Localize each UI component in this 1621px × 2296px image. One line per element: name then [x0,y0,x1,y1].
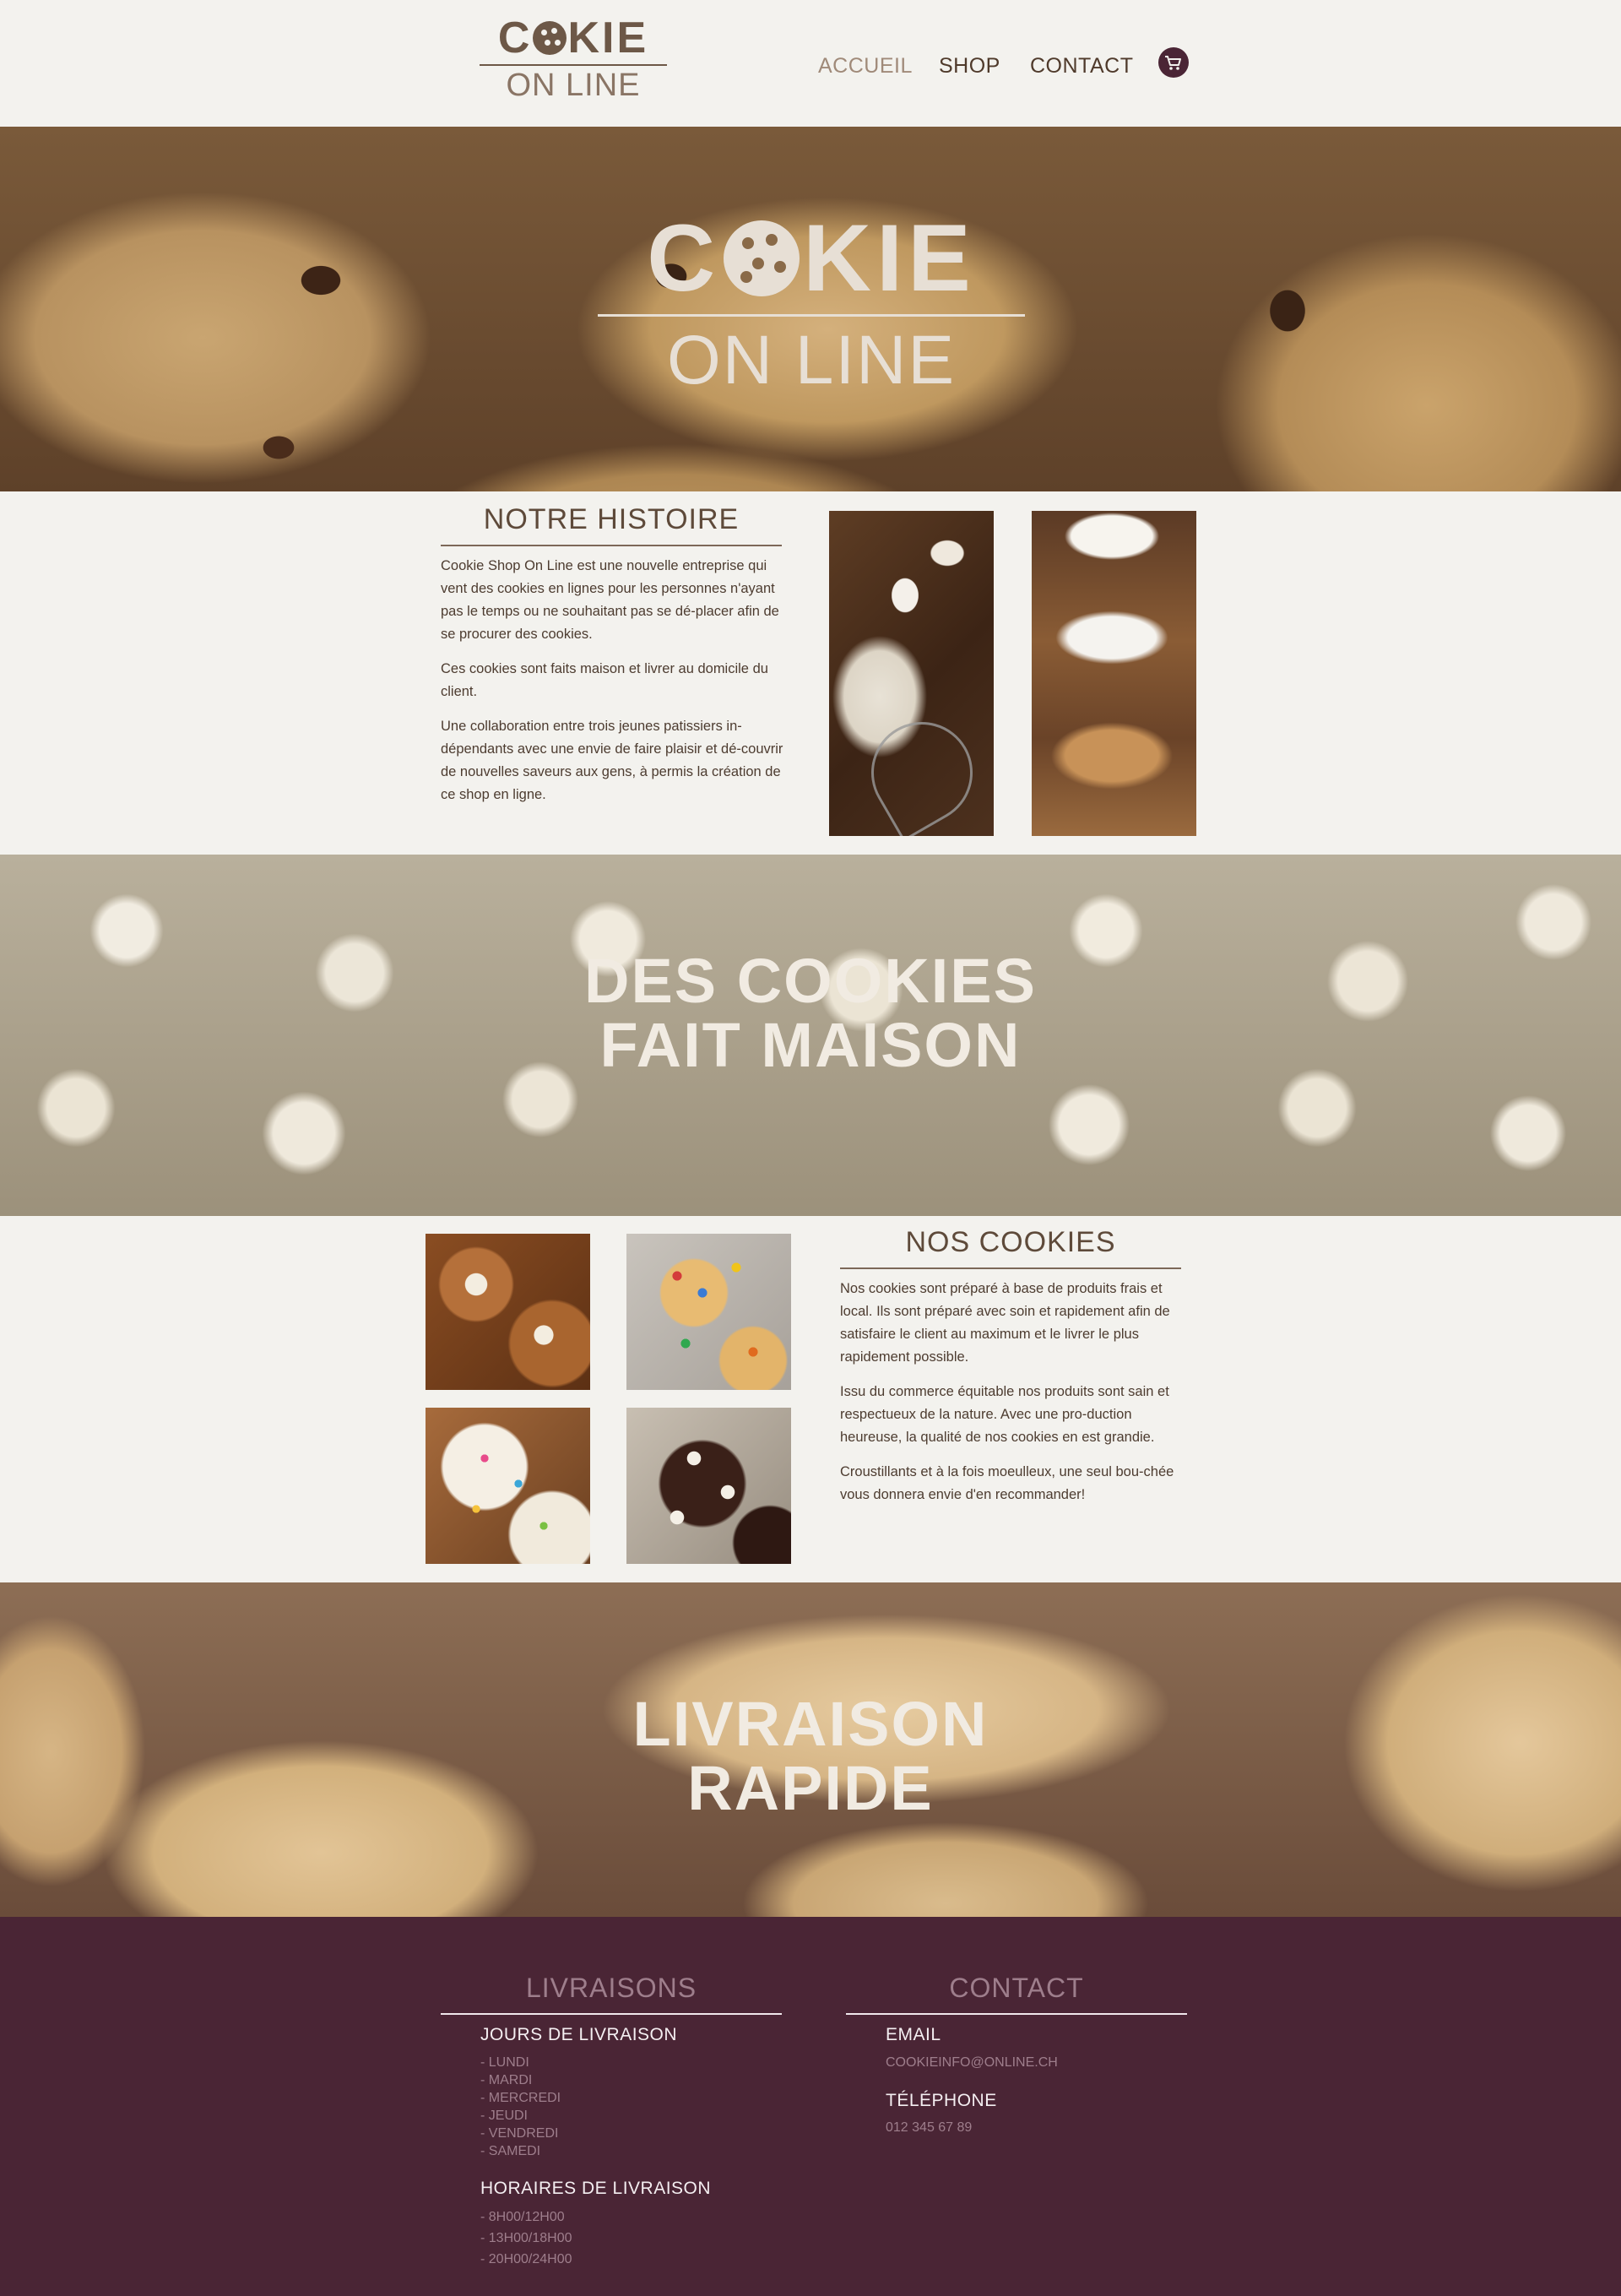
histoire-paragraph: Ces cookies sont faits maison et livrer … [441,661,768,699]
hero-cookie-o-icon [724,220,800,296]
hero-banner: C KIE ON LINE [0,127,1621,491]
phone-label: TÉLÉPHONE [886,2091,997,2110]
footer-contact-title: CONTACT [949,1973,1084,2003]
hero-logo: C KIE ON LINE [598,211,1025,401]
jour-item: - VENDREDI [480,2126,559,2141]
histoire-rule [441,545,782,546]
delivery-banner: LIVRAISON RAPIDE [0,1582,1621,1917]
jour-item: - MARDI [480,2073,533,2087]
site-footer: LIVRAISONS JOURS DE LIVRAISON - LUNDI - … [0,1917,1621,2296]
baking-ingredients-photo [829,511,994,836]
email-label: EMAIL [886,2025,941,2044]
phone-link[interactable]: 012 345 67 89 [886,2120,972,2136]
footer-livraisons-title: LIVRAISONS [525,1973,697,2003]
homemade-banner: DES COOKIES FAIT MAISON [0,855,1621,1216]
horaire-item: - 20H00/24H00 [480,2252,572,2266]
site-header: C KIE ON LINE ACCUEIL SHOP CONTACT [0,0,1621,127]
histoire-text: Cookie Shop On Line est une nouvelle ent… [441,555,785,818]
cookie-photo-double-chocolate[interactable] [626,1408,791,1564]
delivery-line-1: LIVRAISON [632,1689,989,1759]
jours-title: JOURS DE LIVRAISON [480,2025,678,2044]
flour-sugar-bowls-photo [1032,511,1196,836]
homemade-line-1: DES COOKIES [584,946,1037,1016]
cookie-photo-candy[interactable] [626,1234,791,1390]
cart-button[interactable] [1158,47,1189,78]
nos-cookies-rule [840,1267,1181,1269]
hero-logo-subtitle: ON LINE [666,322,957,399]
horaire-item: - 13H00/18H00 [480,2231,572,2245]
jour-item: - MERCREDI [480,2091,561,2105]
horaires-title: HORAIRES DE LIVRAISON [480,2179,712,2198]
jour-item: - JEUDI [480,2109,528,2123]
jour-item: - SAMEDI [480,2144,541,2158]
footer-livraisons-rule [441,2013,782,2015]
cart-icon [1165,56,1181,70]
homemade-banner-title: DES COOKIES FAIT MAISON [0,949,1621,1077]
hero-logo-rule [598,314,1025,317]
jours-list: - LUNDI - MARDI - MERCREDI - JEUDI - VEN… [480,2054,561,2160]
delivery-line-2: RAPIDE [687,1753,934,1823]
horaires-list: - 8H00/12H00 - 13H00/18H00 - 20H00/24H00 [480,2206,572,2270]
delivery-banner-title: LIVRAISON RAPIDE [0,1692,1621,1821]
nav-shop[interactable]: SHOP [939,54,1000,79]
logo-wordmark: C KIE [497,14,649,62]
site-logo[interactable]: C KIE ON LINE [480,15,667,103]
cookie-photo-sprinkles[interactable] [426,1408,590,1564]
footer-contact-rule [846,2013,1187,2015]
whisk-icon [853,703,991,836]
logo-subtitle: ON LINE [506,68,641,103]
histoire-title: NOTRE HISTOIRE [483,503,740,535]
cookie-o-icon [533,21,567,55]
nos-cookies-paragraph: Croustillants et à la fois moeulleux, un… [840,1464,1174,1502]
cookie-photo-white-chocolate[interactable] [426,1234,590,1390]
nos-cookies-text: Nos cookies sont préparé à base de produ… [840,1278,1186,1518]
homemade-line-2: FAIT MAISON [599,1010,1022,1080]
histoire-paragraph: Une collaboration entre trois jeunes pat… [441,719,783,802]
nav-accueil[interactable]: ACCUEIL [818,54,913,79]
hero-logo-wordmark: C KIE [647,205,976,311]
logo-rule [480,64,667,66]
nos-cookies-paragraph: Issu du commerce équitable nos produits … [840,1384,1169,1445]
horaire-item: - 8H00/12H00 [480,2210,565,2224]
nav-contact[interactable]: CONTACT [1030,54,1133,79]
nos-cookies-paragraph: Nos cookies sont préparé à base de produ… [840,1281,1170,1365]
jour-item: - LUNDI [480,2055,529,2070]
histoire-paragraph: Cookie Shop On Line est une nouvelle ent… [441,558,779,642]
nos-cookies-title: NOS COOKIES [905,1226,1116,1258]
email-link[interactable]: COOKIEINFO@ONLINE.CH [886,2055,1058,2071]
